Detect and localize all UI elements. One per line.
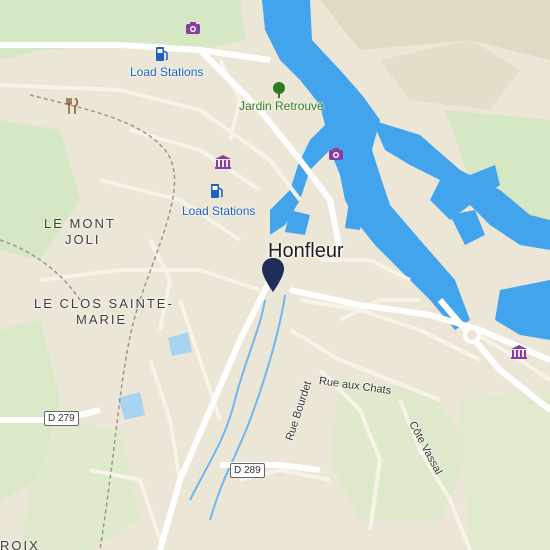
poi-label-load-stations-top[interactable]: Load Stations xyxy=(130,65,203,79)
place-label-clos-line2: MARIE xyxy=(76,312,128,327)
place-label-clos-line1: LE CLOS SAINTE- xyxy=(34,296,174,311)
poi-label-load-stations-center[interactable]: Load Stations xyxy=(182,204,255,218)
place-label-joli: JOLI xyxy=(65,232,101,247)
map-view[interactable]: LE MONT JOLI LE CLOS SAINTE- MARIE ROIX … xyxy=(0,0,550,550)
poi-label-jardin[interactable]: Jardin Retrouvé xyxy=(239,99,324,113)
place-label-fragment: ROIX xyxy=(0,538,40,550)
place-label-le-mont: LE MONT xyxy=(44,216,116,231)
park-area xyxy=(460,390,550,550)
road-shield-d289: D 289 xyxy=(230,463,265,478)
road-shield-d279: D 279 xyxy=(44,411,79,426)
